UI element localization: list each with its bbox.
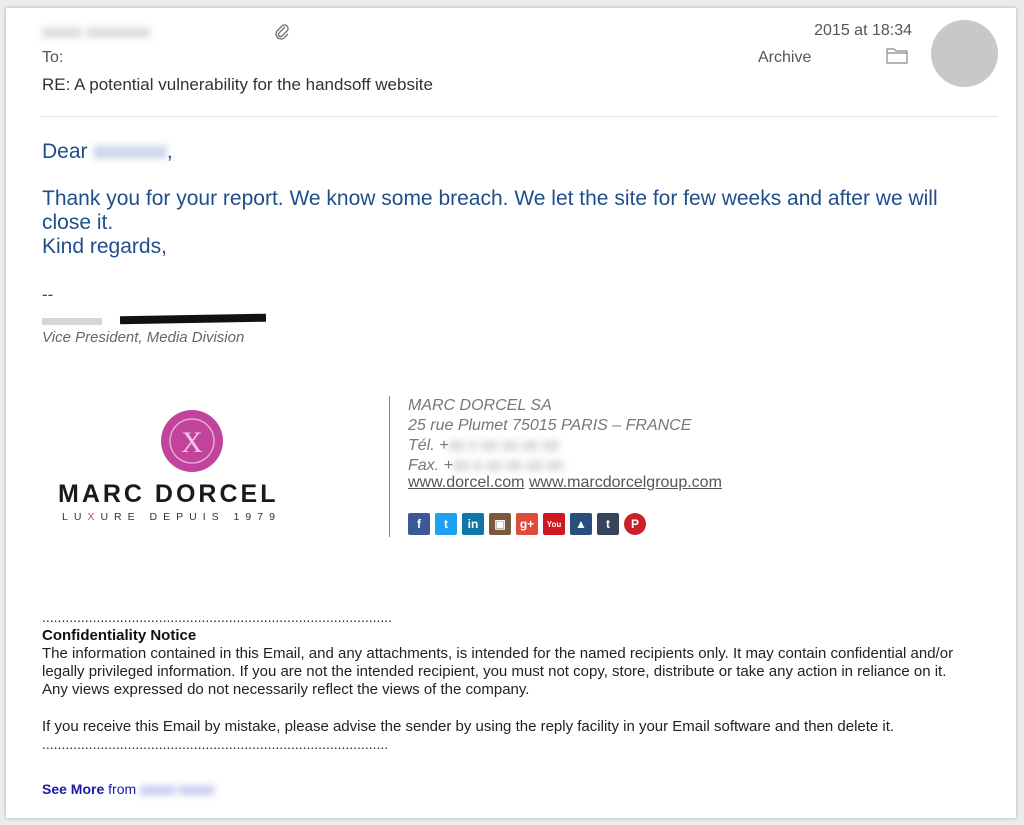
youtube-icon[interactable]: You (543, 513, 565, 535)
tumblr-icon[interactable]: t (597, 513, 619, 535)
mistake-notice: If you receive this Email by mistake, pl… (42, 718, 895, 735)
greeting-comma: , (166, 140, 173, 163)
dorcel-group-link[interactable]: www.marcdorcelgroup.com (529, 474, 722, 491)
company-name: MARC DORCEL SA (408, 397, 552, 414)
signature-separator: -- (42, 285, 54, 304)
avatar[interactable] (931, 20, 998, 87)
dotted-separator-bottom: ........................................… (42, 736, 389, 752)
logo-text: MARC DORCEL (58, 480, 279, 508)
instagram-icon[interactable]: ▣ (489, 513, 511, 535)
pinterest-icon[interactable]: P (624, 513, 646, 535)
email-date: 2015 at 18:34 (814, 22, 912, 39)
sender-name[interactable]: xxxxx xxxxxxxx (42, 24, 150, 42)
logo-tagline: LUXURE DEPUIS 1979 (62, 511, 281, 523)
twitter-icon[interactable]: t (435, 513, 457, 535)
to-label: To: (42, 49, 64, 66)
website-links: www.dorcel.com www.marcdorcelgroup.com (408, 474, 722, 492)
dorcel-link[interactable]: www.dorcel.com (408, 474, 524, 491)
phone-line: Tél. + xx x xx xx xx xx (408, 437, 559, 454)
archive-button[interactable]: Archive (758, 49, 811, 67)
seal-letter: X (181, 426, 203, 459)
linkedin-icon[interactable]: in (462, 513, 484, 535)
confidentiality-text: The information contained in this Email,… (42, 645, 954, 698)
email-subject: RE: A potential vulnerability for the ha… (42, 75, 433, 94)
fax-line: Fax. + xx x xx xx xx xx (408, 457, 564, 474)
company-address: 25 rue Plumet 75015 PARIS – FRANCE (408, 417, 692, 434)
marc-dorcel-logo: X MARC DORCEL LUXURE DEPUIS 1979 (58, 406, 333, 526)
closing-text: Kind regards, (42, 235, 167, 258)
see-more-link[interactable]: See More from xxxxx xxxxx (42, 781, 214, 797)
dotted-separator-top: ........................................… (42, 609, 393, 625)
to-field: To: (42, 49, 63, 67)
googleplus-icon[interactable]: g+ (516, 513, 538, 535)
header-divider (40, 116, 998, 117)
signature-title: Vice President, Media Division (42, 329, 245, 346)
redacted-name: xxxxxxx (93, 140, 167, 163)
greeting-text: Dear (42, 140, 88, 163)
facebook-icon[interactable]: f (408, 513, 430, 535)
dorcel-app-icon[interactable]: ▲ (570, 513, 592, 535)
greeting: Dear xxxxxxx, (42, 140, 173, 164)
social-icons: f t in ▣ g+ You ▲ t P (408, 513, 646, 535)
message-paragraph: Thank you for your report. We know some … (42, 187, 938, 234)
redacted-signature-name (42, 313, 266, 325)
folder-icon[interactable] (886, 46, 908, 64)
signature-divider (389, 396, 390, 537)
paperclip-icon[interactable] (274, 22, 290, 40)
confidentiality-title: Confidentiality Notice (42, 627, 197, 644)
email-window: xxxxx xxxxxxxx 2015 at 18:34 To: Archive… (6, 8, 1016, 818)
